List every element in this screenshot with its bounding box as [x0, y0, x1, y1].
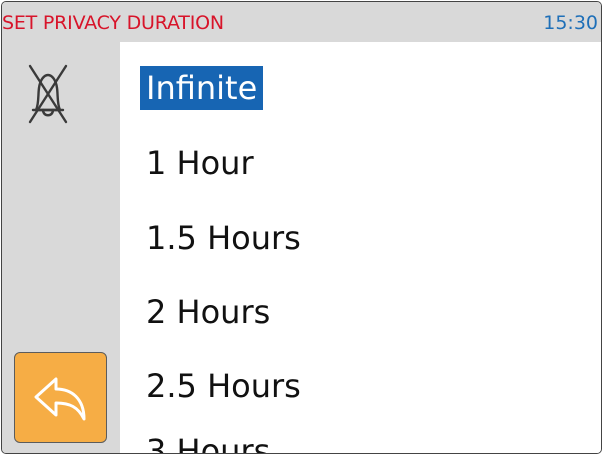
back-arrow-icon	[34, 377, 86, 421]
option-2-5-hours[interactable]: 2.5 Hours	[140, 364, 307, 408]
bell-muted-icon	[24, 60, 72, 128]
sidebar	[2, 42, 120, 453]
clock: 15:30	[543, 12, 598, 34]
page-title: SET PRIVACY DURATION	[2, 12, 224, 34]
option-1-5-hours[interactable]: 1.5 Hours	[140, 216, 307, 260]
duration-list: Infinite 1 Hour 1.5 Hours 2 Hours 2.5 Ho…	[120, 42, 601, 453]
back-button[interactable]	[14, 352, 107, 443]
option-1-hour[interactable]: 1 Hour	[140, 141, 260, 185]
option-2-hours[interactable]: 2 Hours	[140, 290, 276, 334]
header-bar: SET PRIVACY DURATION 15:30	[2, 2, 601, 42]
option-3-hours[interactable]: 3 Hours	[140, 429, 276, 453]
option-infinite[interactable]: Infinite	[140, 66, 264, 110]
device-screen: SET PRIVACY DURATION 15:30 Infinite 1 Ho…	[1, 1, 602, 454]
